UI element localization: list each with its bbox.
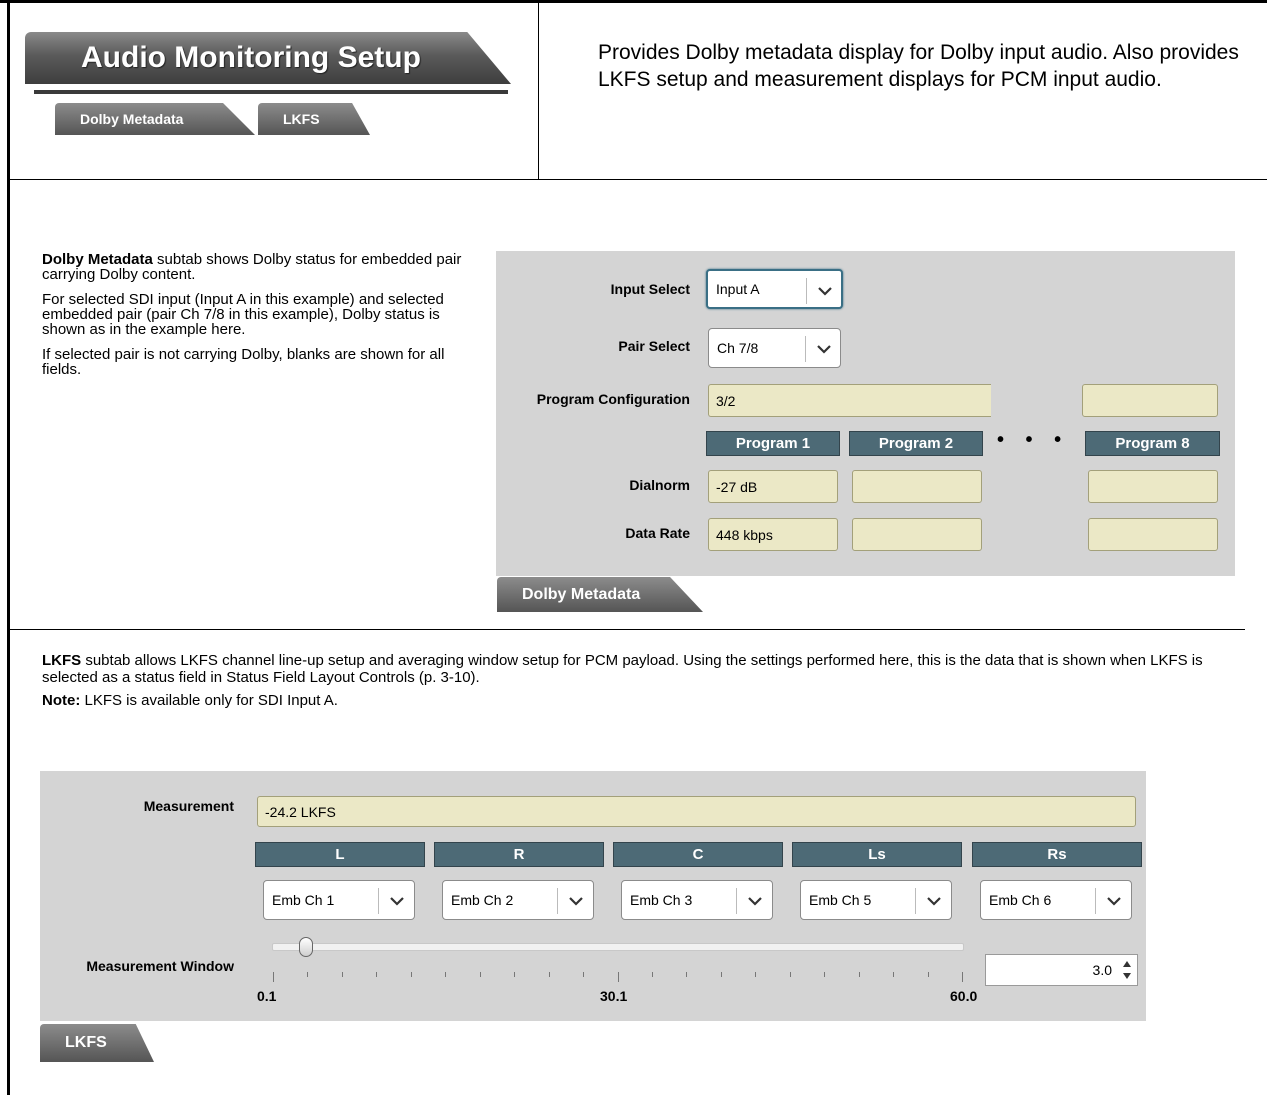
dialnorm-label: Dialnorm [629,477,690,493]
slider-mid-label: 30.1 [600,988,628,1004]
main-tab-underline [34,90,508,94]
slider-tick [307,972,309,977]
header-description: Provides Dolby metadata display for Dolb… [598,41,1239,91]
spinner-value: 3.0 [1092,962,1112,978]
measurement-window-spinner[interactable]: 3.0 [985,954,1138,986]
slider-tick [824,972,826,977]
input-select-dropdown[interactable]: Input A [706,269,843,309]
chevron-down-icon [1107,897,1121,906]
header-divider-vertical [538,0,539,180]
chevron-down-icon [748,897,762,906]
pair-select-value: Ch 7/8 [717,340,759,356]
dolby-description: Dolby Metadata subtab shows Dolby status… [42,252,472,387]
slider-tick [548,972,550,977]
program-config-label: Program Configuration [536,391,690,407]
main-tab-title: Audio Monitoring Setup [25,32,511,84]
lkfs-tab[interactable]: LKFS [40,1024,154,1062]
channel-select-c[interactable]: Emb Ch 3 [621,880,773,920]
data-rate-field-8 [1088,518,1218,551]
frame-left-border [7,0,10,1095]
channel-header-ls: Ls [792,842,962,867]
slider-tick [376,972,378,977]
slider-track[interactable] [272,943,964,951]
channel-select-value: Emb Ch 5 [809,892,872,908]
slider-tick [789,972,791,977]
chevron-down-icon [817,345,831,354]
program-2-header: Program 2 [849,431,983,456]
subtab-lkfs[interactable]: LKFS [258,103,370,135]
slider-tick [858,972,860,977]
slider-tick [686,972,688,977]
measurement-label: Measurement [143,798,234,814]
slider-tick [755,972,757,977]
slider-tick [514,972,516,977]
channel-select-value: Emb Ch 6 [989,892,1052,908]
channel-select-value: Emb Ch 1 [272,892,335,908]
note-text: LKFS is available only for SDI Input A. [80,692,338,709]
slider-knob[interactable] [299,937,314,957]
lkfs-desc-rest: subtab allows LKFS channel line-up setup… [42,652,1203,686]
section-divider [9,629,1245,630]
ellipsis-dots: • • • [997,429,1070,451]
channel-header-c: C [613,842,783,867]
slider-min-label: 0.1 [257,988,277,1004]
slider-tick [651,972,653,977]
spinner-arrows-icon[interactable] [1121,959,1133,981]
slider-max-label: 60.0 [950,988,978,1004]
program-config-field-8 [1082,384,1218,417]
dialnorm-field-2 [852,470,982,503]
dialnorm-field-8 [1088,470,1218,503]
dolby-desc-p3: If selected pair is not carrying Dolby, … [42,346,445,378]
dolby-metadata-tab[interactable]: Dolby Metadata [497,577,703,612]
channel-header-l: L [255,842,425,867]
slider-tick [273,972,274,982]
channel-header-rs: Rs [972,842,1142,867]
measurement-window-label: Measurement Window [86,958,234,974]
dolby-desc-p2: For selected SDI input (Input A in this … [42,291,444,338]
channel-select-value: Emb Ch 2 [451,892,514,908]
slider-tick [962,972,963,982]
lkfs-desc-bold: LKFS [42,652,82,669]
channel-select-value: Emb Ch 3 [630,892,693,908]
slider-tick [410,972,412,977]
chevron-down-icon [818,287,832,296]
slider-tick [893,972,895,977]
program-1-header: Program 1 [706,431,840,456]
subtab-dolby-metadata[interactable]: Dolby Metadata [55,103,255,135]
data-rate-field-1: 448 kbps [708,518,838,551]
dialnorm-field-1: -27 dB [708,470,838,503]
slider-tick [617,972,619,982]
chevron-down-icon [390,897,404,906]
input-select-value: Input A [716,281,760,297]
channel-select-ls[interactable]: Emb Ch 5 [800,880,952,920]
note-label: Note: [42,692,81,709]
channel-select-r[interactable]: Emb Ch 2 [442,880,594,920]
data-rate-label: Data Rate [625,525,690,541]
program-8-header: Program 8 [1085,431,1220,456]
slider-tick [341,972,343,977]
channel-header-r: R [434,842,604,867]
chevron-down-icon [927,897,941,906]
slider-tick [445,972,447,977]
pair-select-label: Pair Select [618,338,690,354]
input-select-label: Input Select [610,281,690,297]
data-rate-field-2 [852,518,982,551]
slider-tick [720,972,722,977]
measurement-field: -24.2 LKFS [257,796,1136,827]
pair-select-dropdown[interactable]: Ch 7/8 [708,328,841,368]
frame-top-border [0,0,1267,3]
header-divider-horizontal [9,179,1267,180]
lkfs-description: LKFS subtab allows LKFS channel line-up … [42,652,1252,709]
channel-select-l[interactable]: Emb Ch 1 [263,880,415,920]
chevron-down-icon [569,897,583,906]
program-config-field: 3/2 [708,384,991,417]
slider-tick [927,972,929,977]
slider-tick [479,972,481,977]
channel-select-rs[interactable]: Emb Ch 6 [980,880,1132,920]
slider-tick [583,972,585,977]
